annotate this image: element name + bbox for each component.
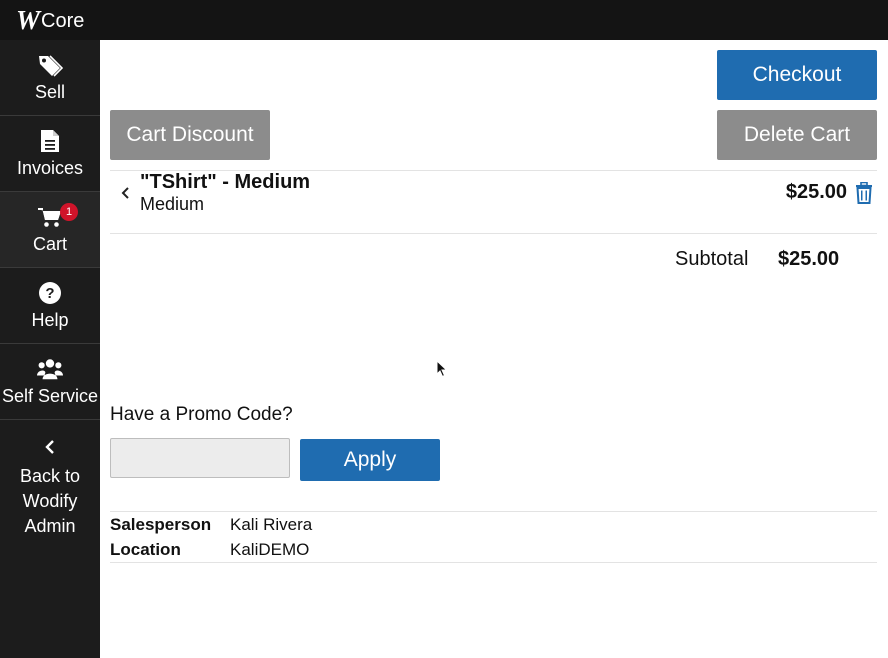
divider	[110, 562, 877, 563]
salesperson-row: Salesperson Kali Rivera	[110, 512, 877, 537]
sidebar-item-label: Cart	[32, 234, 67, 254]
top-bar: W Core	[0, 0, 888, 40]
document-icon	[37, 128, 63, 154]
sidebar-item-label: Help	[31, 310, 69, 330]
subtotal-value: $25.00	[778, 248, 840, 270]
sidebar-item-label: Sell	[34, 82, 65, 102]
cart-count-badge: 1	[60, 203, 78, 221]
cart-item-price: $25.00	[785, 181, 847, 203]
chevron-left-icon	[37, 434, 63, 460]
salesperson-label: Salesperson	[110, 514, 212, 534]
sidebar: Sell Invoices 1 Cart ? Help Self Service…	[0, 40, 100, 658]
sidebar-item-label: Back to Wodify Admin	[19, 466, 81, 536]
delete-cart-button[interactable]: Delete Cart	[717, 110, 877, 160]
question-icon: ?	[37, 280, 63, 306]
salesperson-value: Kali Rivera	[230, 514, 313, 534]
location-label: Location	[110, 539, 181, 559]
location-value: KaliDEMO	[230, 539, 310, 559]
cart-item-variant: Medium	[140, 194, 205, 214]
mouse-pointer-icon	[436, 359, 448, 378]
divider	[110, 233, 877, 234]
sidebar-item-sell[interactable]: Sell	[0, 40, 100, 116]
sale-info: Salesperson Kali Rivera Location KaliDEM…	[110, 512, 877, 562]
checkout-button[interactable]: Checkout	[717, 50, 877, 100]
sidebar-item-help[interactable]: ? Help	[0, 268, 100, 344]
users-icon	[37, 356, 63, 382]
cart-discount-button[interactable]: Cart Discount	[110, 110, 270, 160]
cart-panel: Checkout Cart Discount Delete Cart "TShi…	[100, 40, 888, 658]
brand-logo[interactable]: W Core	[16, 4, 85, 35]
apply-promo-button[interactable]: Apply	[300, 439, 440, 481]
tag-icon	[37, 52, 63, 78]
sidebar-item-invoices[interactable]: Invoices	[0, 116, 100, 192]
sidebar-item-self-service[interactable]: Self Service	[0, 344, 100, 420]
promo-code-label: Have a Promo Code?	[110, 404, 293, 425]
location-row: Location KaliDEMO	[110, 537, 877, 562]
sidebar-item-label: Invoices	[16, 158, 84, 178]
brand-name: Core	[41, 10, 85, 32]
sidebar-item-label: Self Service	[1, 386, 99, 406]
sidebar-item-back-to-admin[interactable]: Back to Wodify Admin	[0, 420, 100, 550]
brand-logo-mark: W	[16, 4, 40, 35]
cart-item-row: "TShirt" - Medium Medium $25.00	[110, 171, 877, 233]
cart-item-name: "TShirt" - Medium	[140, 171, 311, 193]
sidebar-item-cart[interactable]: 1 Cart	[0, 192, 100, 268]
svg-text:?: ?	[45, 285, 54, 302]
expand-item-chevron-icon[interactable]	[120, 185, 130, 201]
cart-icon	[37, 204, 63, 230]
promo-code-input[interactable]	[110, 438, 290, 478]
trash-icon[interactable]	[855, 181, 873, 204]
subtotal-label: Subtotal	[675, 248, 749, 270]
